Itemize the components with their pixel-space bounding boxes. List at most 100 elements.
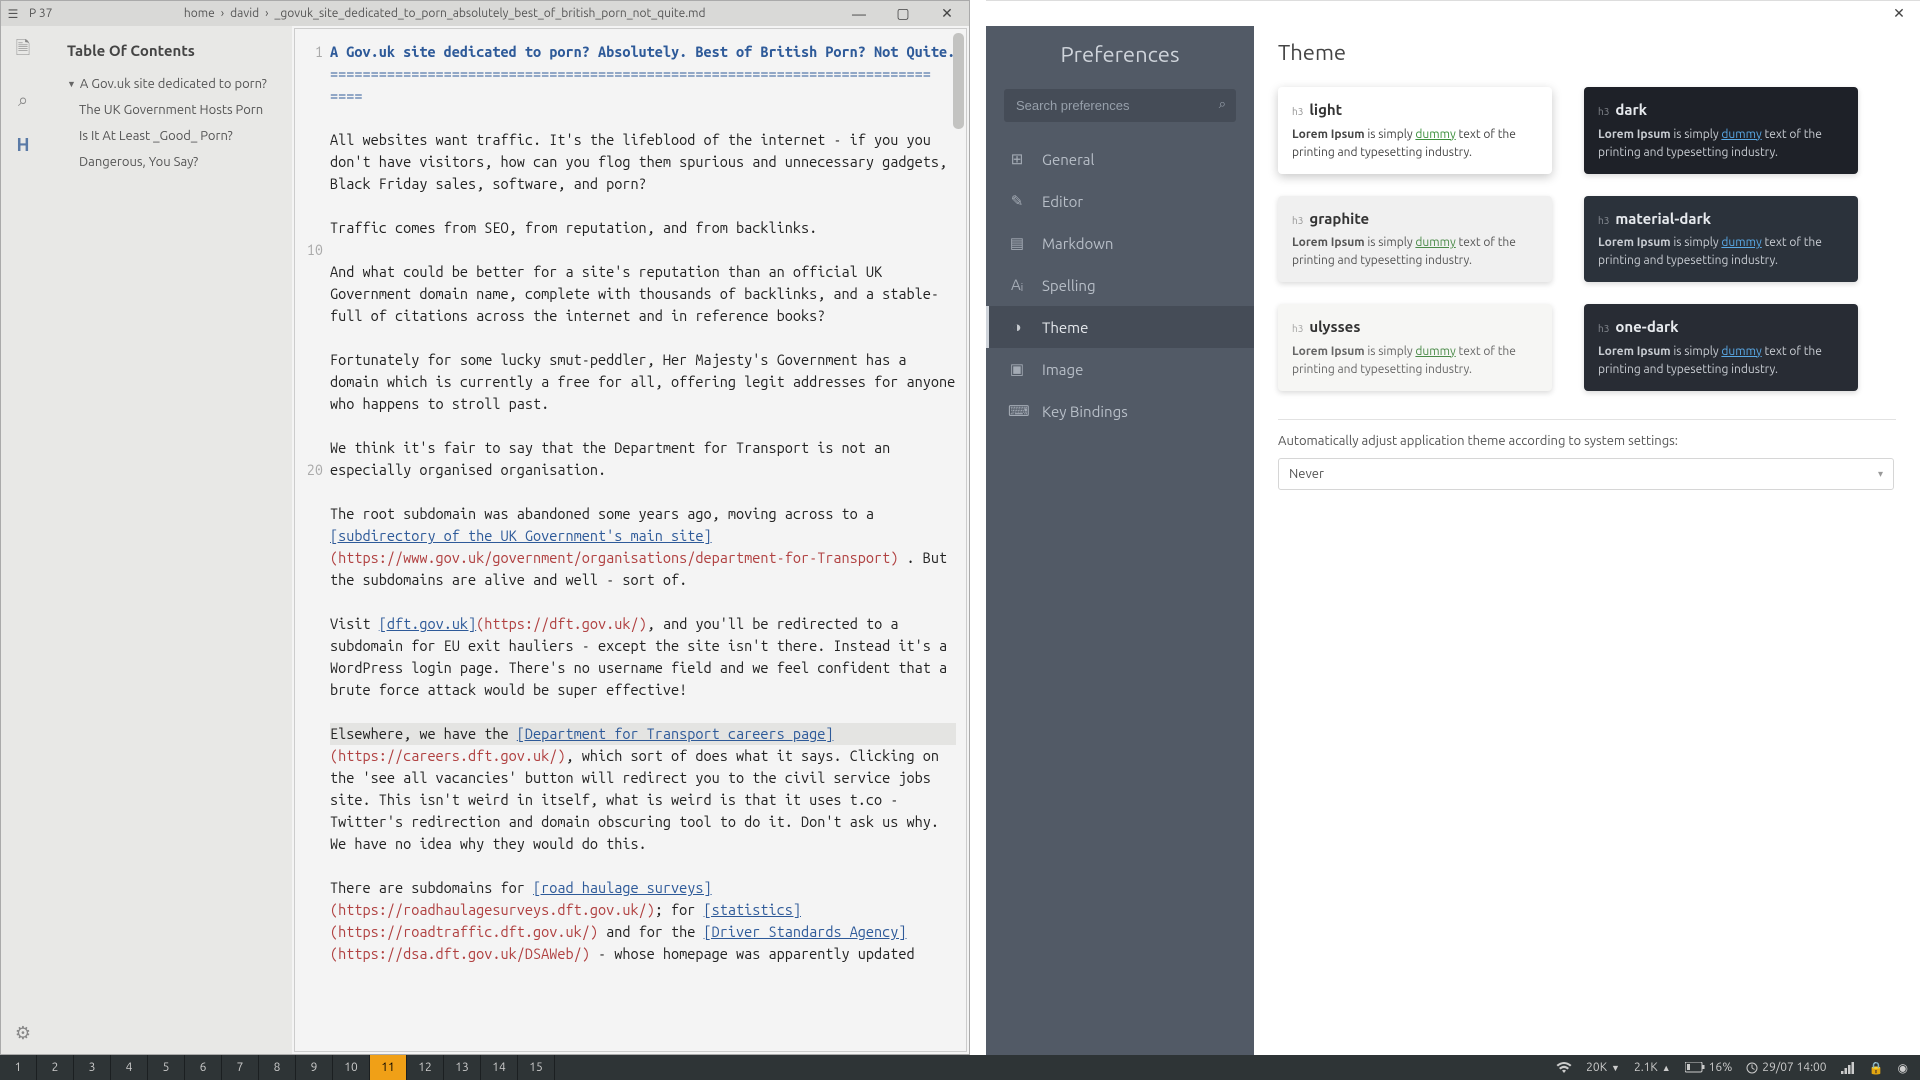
preferences-titlebar: ✕ [986,1,1920,26]
workspace-6[interactable]: 6 [185,1055,222,1080]
auto-theme-label: Automatically adjust application theme a… [1278,434,1896,448]
workspace-14[interactable]: 14 [481,1055,518,1080]
theme-name: one-dark [1615,316,1678,339]
theme-card-one-dark[interactable]: h3 one-dark Lorem Ipsum is simply dummy te… [1584,304,1858,391]
h3-badge: h3 [1598,104,1609,119]
section-title: Theme [1278,40,1896,65]
pref-nav-key-bindings[interactable]: ⌨Key Bindings [986,390,1254,432]
theme-grid: h3lightLorem Ipsum is simply dummy text … [1278,87,1858,391]
theme-name: dark [1615,99,1647,122]
h3-badge: h3 [1292,104,1303,119]
theme-card-dark[interactable]: h3darkLorem Ipsum is simply dummy text o… [1584,87,1858,174]
theme-sample: Lorem Ipsum is simply dummy text of the … [1292,126,1538,162]
h3-badge: h3 [1292,321,1303,336]
outline-panel: Table Of Contents ▼ A Gov.uk site dedica… [45,26,292,1054]
search-icon[interactable]: ⌕ [18,90,28,111]
workspace-8[interactable]: 8 [259,1055,296,1080]
workspace-11[interactable]: 11 [370,1055,407,1080]
theme-sample: Lorem Ipsum is simply dummy text of the … [1598,234,1844,270]
hamburger-icon[interactable]: ☰ [1,7,25,21]
theme-card-ulysses[interactable]: h3ulyssesLorem Ipsum is simply dummy tex… [1278,304,1552,391]
window-maximize-button[interactable]: ▢ [881,1,925,26]
workspace-switcher: 123456789101112131415 [0,1055,555,1080]
breadcrumb: home › david › _govuk_site_dedicated_to_… [184,7,706,20]
preferences-nav: ⊞General✎Editor▤MarkdownAᵢSpelling ◑ Theme… [986,138,1254,432]
theme-card-material-dark[interactable]: h3material-darkLorem Ipsum is simply dum… [1584,196,1858,283]
preferences-title: Preferences [986,32,1254,89]
search-input[interactable] [1004,89,1236,122]
workspace-5[interactable]: 5 [148,1055,185,1080]
pref-nav-theme[interactable]: ◑ Theme [986,306,1254,348]
chevron-down-icon: ▾ [1878,468,1883,480]
preferences-search: ⌕ [1004,89,1236,122]
pref-nav-general[interactable]: ⊞General [986,138,1254,180]
auto-theme-value: Never [1289,467,1324,481]
pref-nav-markdown[interactable]: ▤Markdown [986,222,1254,264]
battery-icon [1685,1062,1705,1073]
divider [1278,419,1896,420]
files-icon[interactable]: 🗎 [16,36,30,66]
preferences-close-button[interactable]: ✕ [1884,4,1914,24]
editor-window: ☰ P 37 home › david › _govuk_site_dedica… [0,0,970,1055]
scrollbar-thumb[interactable] [953,33,964,129]
h3-badge: h3 [1292,213,1303,228]
lock-icon[interactable]: 🔒 [1869,1061,1884,1075]
workspace-10[interactable]: 10 [333,1055,370,1080]
theme-card-light[interactable]: h3lightLorem Ipsum is simply dummy text … [1278,87,1552,174]
activity-bar: 🗎 ⌕ H ⚙ [1,26,45,1054]
caret-down-icon: ▼ [67,79,76,89]
workspace-2[interactable]: 2 [37,1055,74,1080]
workspace-9[interactable]: 9 [296,1055,333,1080]
breadcrumb-file[interactable]: _govuk_site_dedicated_to_porn_absolutely… [275,7,706,20]
gear-icon[interactable]: ⚙ [15,1023,31,1044]
theme-card-graphite[interactable]: h3 graphite Lorem Ipsum is simply dummy te… [1278,196,1552,283]
code-text[interactable]: A Gov.uk site dedicated to porn? Absolut… [328,29,966,1051]
h3-badge: h3 [1598,321,1609,336]
project-label: P 37 [29,7,52,20]
pref-nav-image[interactable]: ▣Image [986,348,1254,390]
breadcrumb-home[interactable]: home [184,7,215,20]
clock[interactable]: 29/07 14:00 [1746,1061,1826,1074]
nav-icon: ⊞ [1008,150,1026,168]
chevron-right-icon: › [265,7,268,20]
nav-icon: ◑ [1008,318,1026,336]
theme-name: graphite [1309,208,1369,231]
search-icon: ⌕ [1219,97,1226,112]
theme-sample: Lorem Ipsum is simply dummy text of the … [1598,343,1844,379]
window-close-button[interactable]: ✕ [925,1,969,26]
workspace-3[interactable]: 3 [74,1055,111,1080]
breadcrumb-david[interactable]: david [230,7,259,20]
workspace-12[interactable]: 12 [407,1055,444,1080]
preferences-content: Theme h3lightLorem Ipsum is simply dummy… [1254,26,1920,1055]
wifi-icon[interactable] [1556,1062,1572,1074]
outline-root[interactable]: ▼ A Gov.uk site dedicated to porn? [49,71,288,97]
battery-indicator[interactable]: 16% [1685,1061,1733,1074]
nav-icon: ⌨ [1008,402,1026,420]
pref-nav-spelling[interactable]: AᵢSpelling [986,264,1254,306]
auto-theme-select[interactable]: Never ▾ [1278,458,1894,490]
line-gutter: 1 10 20 [295,29,328,1051]
window-minimize-button[interactable]: — [837,1,881,26]
preferences-window: ✕ Preferences ⌕ ⊞General✎Editor▤Markdown… [986,0,1920,1055]
outline-item[interactable]: Is It At Least _Good_ Porn? [49,123,288,149]
workspace-1[interactable]: 1 [0,1055,37,1080]
net-up: 2.1K▲ [1634,1061,1671,1074]
workspace-15[interactable]: 15 [518,1055,555,1080]
signal-icon[interactable] [1841,1062,1855,1074]
outline-item[interactable]: Dangerous, You Say? [49,149,288,175]
preferences-sidebar: Preferences ⌕ ⊞General✎Editor▤MarkdownAᵢ… [986,26,1254,1055]
editor-pane[interactable]: 1 10 20 A Gov.uk site dedicated to porn?… [294,28,967,1052]
chevron-right-icon: › [221,7,224,20]
theme-name: ulysses [1309,316,1360,339]
theme-sample: Lorem Ipsum is simply dummy text of the … [1292,234,1538,270]
nav-label: Theme [1042,319,1088,336]
heading-icon[interactable]: H [16,135,29,155]
workspace-13[interactable]: 13 [444,1055,481,1080]
theme-name: material-dark [1615,208,1711,231]
workspace-4[interactable]: 4 [111,1055,148,1080]
outline-root-label: A Gov.uk site dedicated to porn? [80,77,267,91]
outline-item[interactable]: The UK Government Hosts Porn [49,97,288,123]
pref-nav-editor[interactable]: ✎Editor [986,180,1254,222]
workspace-7[interactable]: 7 [222,1055,259,1080]
steam-icon[interactable]: ◉ [1898,1061,1908,1075]
